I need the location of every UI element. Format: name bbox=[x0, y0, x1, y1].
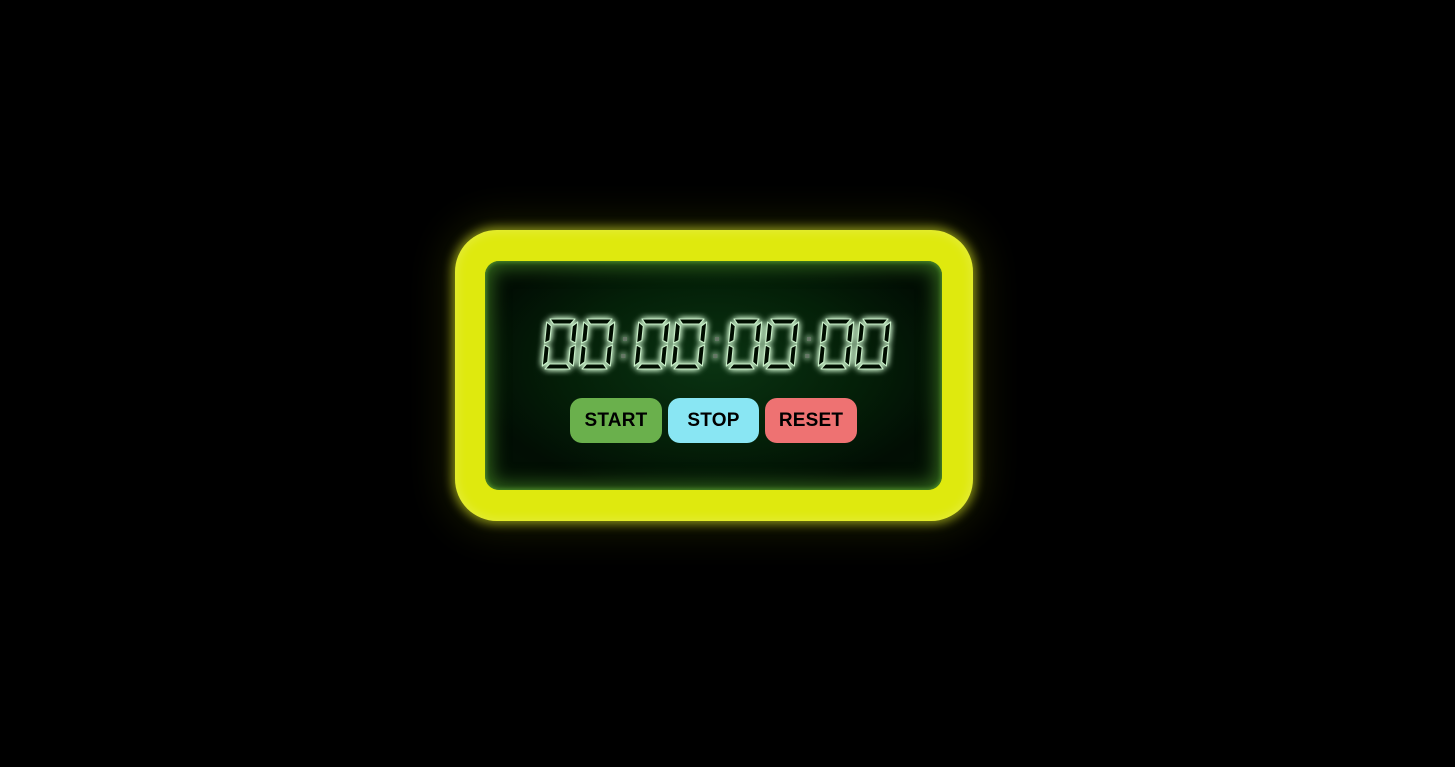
colon-separator bbox=[713, 337, 719, 358]
digit-segment-c bbox=[697, 344, 705, 367]
digit-segment-c bbox=[605, 344, 613, 367]
colon-dot bbox=[621, 354, 626, 358]
colon-separator bbox=[805, 337, 811, 358]
digit-segment-c bbox=[844, 344, 852, 367]
digit-segment-e bbox=[633, 344, 642, 367]
digit-segment-b bbox=[846, 321, 855, 344]
stopwatch-app: START STOP RESET bbox=[0, 0, 1455, 767]
digit-segment-e bbox=[541, 344, 550, 367]
digit-segment-c bbox=[752, 344, 760, 367]
digit-segment-a bbox=[825, 318, 852, 325]
digit-segment-d bbox=[728, 363, 755, 370]
digit-segment-d bbox=[857, 363, 884, 370]
stopwatch-screen: START STOP RESET bbox=[485, 261, 942, 490]
digit-segment-e bbox=[854, 344, 863, 367]
colon-dot bbox=[805, 354, 810, 358]
digit-segment-e bbox=[725, 344, 734, 367]
colon-separator bbox=[621, 337, 627, 358]
digit-0 bbox=[725, 318, 763, 370]
digit-segment-d bbox=[581, 363, 608, 370]
digit-0 bbox=[633, 318, 671, 370]
digit-segment-c bbox=[568, 344, 576, 367]
digit-segment-d bbox=[820, 363, 847, 370]
digit-0 bbox=[854, 318, 892, 370]
digit-segment-f bbox=[673, 321, 681, 344]
stopwatch-frame: START STOP RESET bbox=[455, 230, 973, 521]
digit-segment-e bbox=[670, 344, 679, 367]
digit-segment-c bbox=[789, 344, 797, 367]
seven-segment-display bbox=[541, 318, 892, 370]
digit-segment-a bbox=[641, 318, 668, 325]
digit-segment-f bbox=[581, 321, 589, 344]
time-display bbox=[541, 313, 892, 375]
colon-dot bbox=[715, 337, 719, 341]
digit-segment-f bbox=[544, 321, 552, 344]
digit-segment-d bbox=[673, 363, 700, 370]
digit-segment-d bbox=[544, 363, 571, 370]
digit-0 bbox=[670, 318, 708, 370]
digit-segment-c bbox=[660, 344, 668, 367]
controls-bar: START STOP RESET bbox=[485, 398, 942, 443]
digit-segment-b bbox=[699, 321, 708, 344]
digit-segment-b bbox=[662, 321, 671, 344]
digit-segment-d bbox=[765, 363, 792, 370]
digit-segment-f bbox=[857, 321, 865, 344]
digit-segment-a bbox=[733, 318, 760, 325]
colon-dot bbox=[623, 337, 627, 341]
digit-segment-b bbox=[607, 321, 616, 344]
digit-segment-e bbox=[817, 344, 826, 367]
digit-segment-e bbox=[762, 344, 771, 367]
digit-segment-b bbox=[754, 321, 763, 344]
digit-0 bbox=[578, 318, 616, 370]
stop-button[interactable]: STOP bbox=[668, 398, 759, 443]
colon-dot bbox=[807, 337, 811, 341]
digit-segment-a bbox=[549, 318, 576, 325]
digit-segment-f bbox=[765, 321, 773, 344]
digit-segment-c bbox=[881, 344, 889, 367]
colon-dot bbox=[713, 354, 718, 358]
digit-segment-a bbox=[678, 318, 705, 325]
digit-segment-d bbox=[636, 363, 663, 370]
digit-segment-a bbox=[862, 318, 889, 325]
digit-segment-a bbox=[770, 318, 797, 325]
digit-segment-b bbox=[791, 321, 800, 344]
digit-0 bbox=[817, 318, 855, 370]
digit-0 bbox=[541, 318, 579, 370]
digit-segment-a bbox=[586, 318, 613, 325]
reset-button[interactable]: RESET bbox=[765, 398, 857, 443]
digit-segment-f bbox=[728, 321, 736, 344]
digit-segment-f bbox=[636, 321, 644, 344]
digit-0 bbox=[762, 318, 800, 370]
digit-segment-b bbox=[883, 321, 892, 344]
digit-segment-b bbox=[570, 321, 579, 344]
start-button[interactable]: START bbox=[570, 398, 662, 443]
digit-segment-e bbox=[578, 344, 587, 367]
digit-segment-f bbox=[820, 321, 828, 344]
